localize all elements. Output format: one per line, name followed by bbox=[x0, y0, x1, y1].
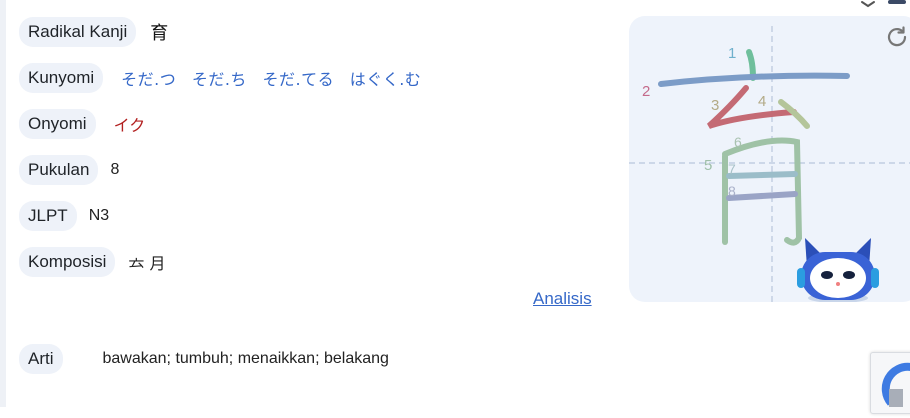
replay-icon[interactable] bbox=[884, 24, 910, 50]
value-jlpt: N3 bbox=[88, 207, 110, 224]
label-pukulan: Pukulan bbox=[19, 155, 99, 185]
kunyomi-reading[interactable]: そだ.つ bbox=[121, 70, 176, 89]
stroke-number: 8 bbox=[728, 183, 736, 199]
value-onyomi[interactable]: イク bbox=[114, 112, 146, 136]
row-pukulan: Pukulan 8 bbox=[19, 154, 119, 186]
stroke-3 bbox=[706, 85, 797, 129]
label-arti: Arti bbox=[19, 344, 63, 374]
row-radikal: Radikal Kanji 育 bbox=[19, 16, 168, 48]
captcha-badge[interactable] bbox=[870, 352, 910, 414]
stroke-order-diagram: 1 2 3 4 5 6 7 8 bbox=[629, 26, 910, 302]
stroke-number: 6 bbox=[734, 134, 742, 150]
stroke-number: 4 bbox=[758, 93, 766, 110]
value-radikal: 育 bbox=[150, 23, 169, 44]
stroke-7 bbox=[726, 171, 798, 179]
label-jlpt: JLPT bbox=[19, 201, 77, 231]
row-arti: Arti bawakan; tumbuh; menaikkan; belakan… bbox=[19, 343, 389, 375]
value-komposisi: 𠫓 月 bbox=[128, 254, 166, 273]
label-kunyomi: Kunyomi bbox=[19, 63, 104, 93]
left-sidebar-edge bbox=[0, 0, 6, 407]
value-pukulan: 8 bbox=[110, 161, 120, 178]
row-onyomi: Onyomi イク bbox=[19, 108, 145, 140]
row-kunyomi: Kunyomi そだ.つ そだ.ち そだ.てる はぐく.む bbox=[19, 62, 431, 94]
stroke-number: 7 bbox=[728, 161, 736, 177]
label-onyomi: Onyomi bbox=[19, 109, 96, 139]
robot-mascot-icon bbox=[797, 238, 879, 302]
analysis-link[interactable]: Analisis bbox=[533, 289, 592, 309]
kunyomi-reading[interactable]: そだ.てる bbox=[263, 70, 335, 89]
kunyomi-reading[interactable]: はぐく.む bbox=[350, 70, 422, 89]
stroke-2 bbox=[658, 72, 850, 87]
stroke-number: 3 bbox=[711, 97, 719, 114]
kunyomi-reading[interactable]: そだ.ち bbox=[192, 70, 247, 89]
stroke-order-panel: 1 2 3 4 5 6 7 8 bbox=[629, 16, 910, 302]
stroke-number: 1 bbox=[728, 45, 736, 62]
value-arti: bawakan; tumbuh; menaikkan; belakang bbox=[102, 350, 389, 367]
recaptcha-icon bbox=[881, 362, 910, 407]
value-kunyomi: そだ.つ そだ.ち そだ.てる はぐく.む bbox=[121, 66, 431, 90]
stroke-number: 5 bbox=[704, 157, 712, 174]
label-komposisi: Komposisi bbox=[19, 247, 116, 277]
stroke-8 bbox=[726, 191, 798, 201]
row-jlpt: JLPT N3 bbox=[19, 200, 109, 232]
stroke-number: 2 bbox=[642, 83, 650, 100]
label-radikal: Radikal Kanji bbox=[19, 17, 137, 47]
header-icon-fragment bbox=[861, 0, 906, 8]
row-komposisi: Komposisi 𠫓 月 bbox=[19, 246, 166, 278]
